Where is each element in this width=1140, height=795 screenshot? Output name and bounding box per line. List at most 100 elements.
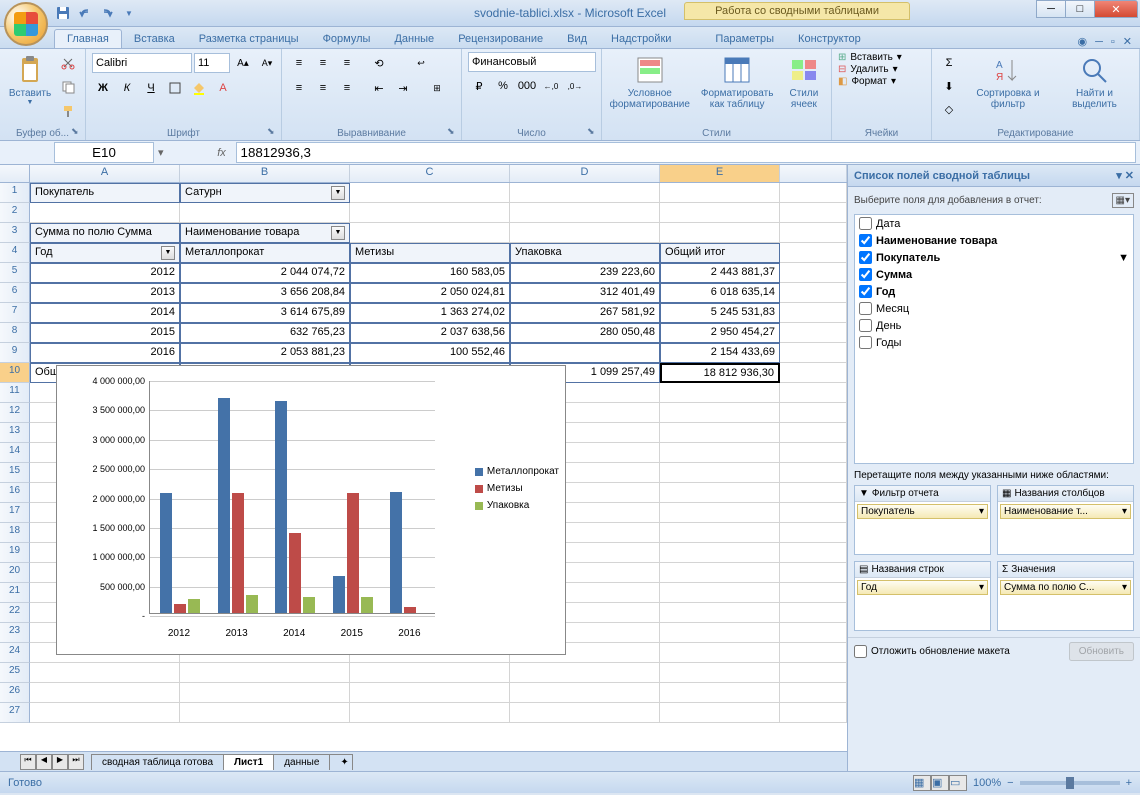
cell[interactable] <box>510 683 660 703</box>
cell[interactable] <box>510 703 660 723</box>
bold-icon[interactable]: Ж <box>92 77 114 99</box>
cell[interactable] <box>660 623 780 643</box>
cell[interactable] <box>660 203 780 223</box>
drop-zone-rows[interactable]: ▤Названия строк Год▾ <box>854 561 991 631</box>
number-launcher-icon[interactable]: ⬊ <box>587 126 599 138</box>
cell[interactable]: Сумма по полю Сумма <box>30 223 180 243</box>
row-header[interactable]: 5 <box>0 263 30 283</box>
format-painter-icon[interactable] <box>57 100 79 122</box>
tab-formulas[interactable]: Формулы <box>311 30 383 48</box>
zoom-slider[interactable] <box>1020 781 1120 785</box>
cell[interactable] <box>780 523 847 543</box>
cell[interactable]: 2 037 638,56 <box>350 323 510 343</box>
cell[interactable] <box>510 203 660 223</box>
col-header-d[interactable]: D <box>510 165 660 182</box>
decrease-decimal-icon[interactable]: ,0→ <box>564 75 586 97</box>
update-button[interactable]: Обновить <box>1069 642 1134 661</box>
cell[interactable]: 2 053 881,23 <box>180 343 350 363</box>
col-header-blank[interactable] <box>780 165 847 182</box>
percent-icon[interactable]: % <box>492 75 514 97</box>
cell[interactable] <box>660 643 780 663</box>
currency-icon[interactable]: ₽ <box>468 75 490 97</box>
row-header[interactable]: 7 <box>0 303 30 323</box>
cell[interactable] <box>780 343 847 363</box>
row-header[interactable]: 9 <box>0 343 30 363</box>
cell[interactable]: 2 044 074,72 <box>180 263 350 283</box>
field-checkbox[interactable] <box>859 302 872 315</box>
cell[interactable] <box>350 183 510 203</box>
minimize-button[interactable]: ─ <box>1036 0 1066 18</box>
cell[interactable] <box>780 483 847 503</box>
cell[interactable]: 267 581,92 <box>510 303 660 323</box>
filter-icon[interactable]: ▼ <box>331 226 345 240</box>
zoom-in-icon[interactable]: + <box>1126 777 1132 789</box>
row-header[interactable]: 3 <box>0 223 30 243</box>
clipboard-launcher-icon[interactable]: ⬊ <box>71 126 83 138</box>
conditional-format-button[interactable]: Условное форматирование <box>608 52 692 112</box>
field-item[interactable]: День <box>855 317 1133 334</box>
tab-insert[interactable]: Вставка <box>122 30 187 48</box>
cell[interactable] <box>660 403 780 423</box>
cell[interactable] <box>780 443 847 463</box>
cell[interactable] <box>660 183 780 203</box>
tab-addins[interactable]: Надстройки <box>599 30 683 48</box>
pivot-layout-icon[interactable]: ▦▾ <box>1112 193 1134 208</box>
cell[interactable]: 6 018 635,14 <box>660 283 780 303</box>
qat-dropdown-icon[interactable]: ▼ <box>120 4 138 22</box>
cell[interactable]: 3 656 208,84 <box>180 283 350 303</box>
col-header-a[interactable]: A <box>30 165 180 182</box>
insert-cells-button[interactable]: ⊞Вставить ▾ <box>838 52 902 63</box>
cell[interactable] <box>780 303 847 323</box>
cell[interactable]: 160 583,05 <box>350 263 510 283</box>
increase-decimal-icon[interactable]: ←,0 <box>540 75 562 97</box>
pivot-panel-close-icon[interactable]: ✕ <box>1125 170 1134 182</box>
cell[interactable]: 632 765,23 <box>180 323 350 343</box>
cell[interactable] <box>30 683 180 703</box>
cell[interactable] <box>780 283 847 303</box>
cell-styles-button[interactable]: Стили ячеек <box>783 52 825 112</box>
cell[interactable] <box>660 523 780 543</box>
tab-view[interactable]: Вид <box>555 30 599 48</box>
align-top-icon[interactable]: ≡ <box>288 52 310 74</box>
fill-color-icon[interactable] <box>188 77 210 99</box>
cell[interactable] <box>350 223 510 243</box>
align-middle-icon[interactable]: ≡ <box>312 52 334 74</box>
field-item[interactable]: Покупатель ▼ <box>855 249 1133 266</box>
field-checkbox[interactable] <box>859 336 872 349</box>
merge-icon[interactable]: ⊞ <box>416 77 458 99</box>
row-header[interactable]: 25 <box>0 663 30 683</box>
cell[interactable] <box>780 703 847 723</box>
close-doc-icon[interactable]: ✕ <box>1123 35 1132 48</box>
selected-cell[interactable]: 18 812 936,30 <box>660 363 780 383</box>
qat-redo-icon[interactable] <box>98 4 116 22</box>
select-all-corner[interactable] <box>0 165 30 182</box>
row-header[interactable]: 6 <box>0 283 30 303</box>
cell[interactable] <box>660 503 780 523</box>
cell[interactable] <box>780 643 847 663</box>
align-left-icon[interactable]: ≡ <box>288 77 310 99</box>
find-select-button[interactable]: Найти и выделить <box>1056 52 1133 112</box>
filter-icon[interactable]: ▼ <box>161 246 175 260</box>
sheet-nav-next-icon[interactable]: ▶ <box>52 754 68 770</box>
cell[interactable]: 2 050 024,81 <box>350 283 510 303</box>
cell[interactable] <box>660 423 780 443</box>
qat-undo-icon[interactable] <box>76 4 94 22</box>
comma-icon[interactable]: 000 <box>516 75 538 97</box>
col-header-e[interactable]: E <box>660 165 780 182</box>
cell[interactable] <box>780 663 847 683</box>
cell[interactable] <box>660 563 780 583</box>
drop-zone-columns[interactable]: ▦Названия столбцов Наименование т...▾ <box>997 485 1134 555</box>
row-header[interactable]: 24 <box>0 643 30 663</box>
cell[interactable] <box>780 183 847 203</box>
cell[interactable]: 2 950 454,27 <box>660 323 780 343</box>
row-header[interactable]: 18 <box>0 523 30 543</box>
sheet-nav-first-icon[interactable]: ⏮ <box>20 754 36 770</box>
cell[interactable]: Упаковка <box>510 243 660 263</box>
cell[interactable] <box>780 403 847 423</box>
zoom-level[interactable]: 100% <box>973 777 1001 789</box>
cell[interactable]: 2014 <box>30 303 180 323</box>
row-header[interactable]: 14 <box>0 443 30 463</box>
zoom-out-icon[interactable]: − <box>1007 777 1013 789</box>
cell[interactable] <box>510 183 660 203</box>
sheet-tab-0[interactable]: сводная таблица готова <box>91 754 224 770</box>
